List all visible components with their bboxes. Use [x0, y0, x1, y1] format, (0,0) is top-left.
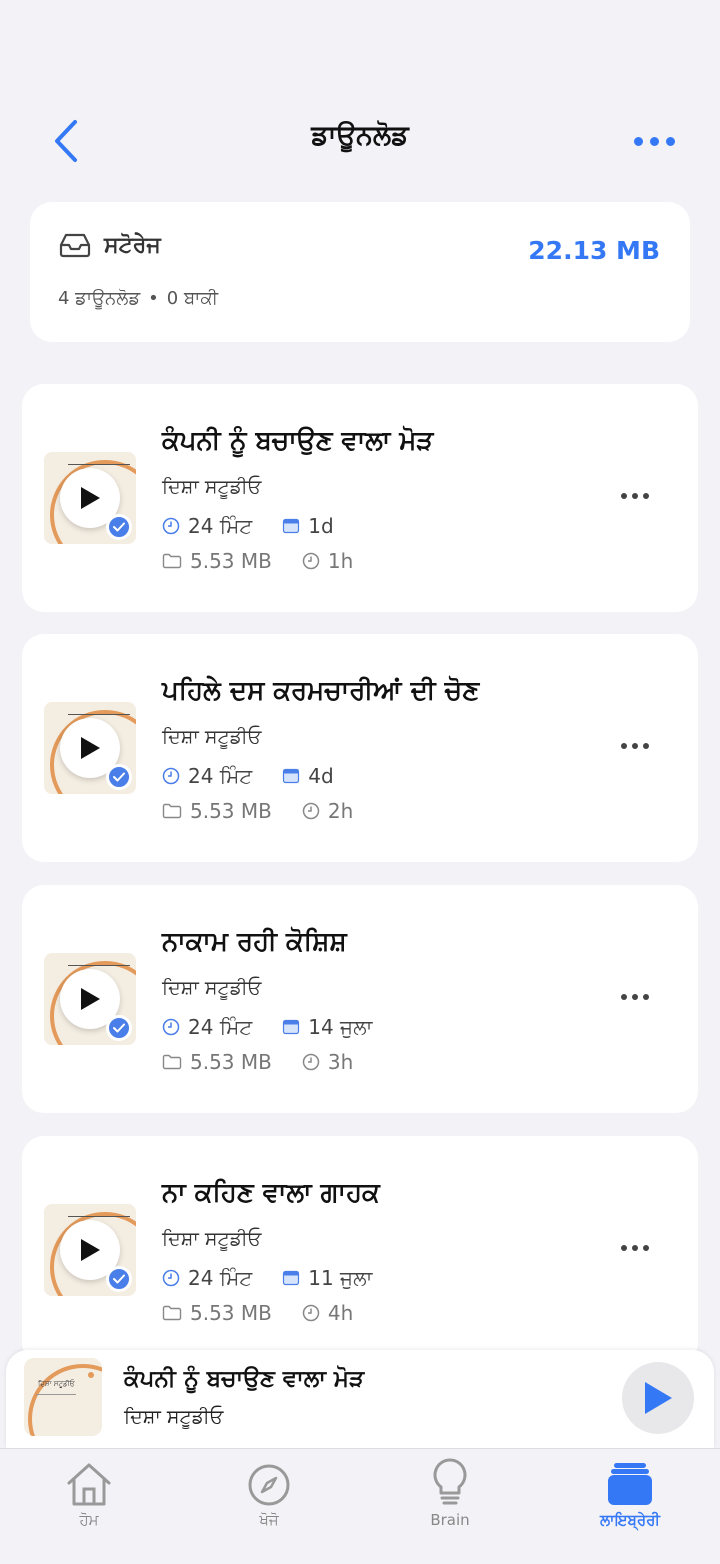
play-icon: [81, 487, 100, 509]
episode-date: 11 ਜੁਲਾ: [308, 1266, 373, 1290]
downloaded-check-icon: [106, 514, 132, 540]
download-time: 2h: [327, 799, 354, 823]
episode-title: ਨਾ ਕਹਿਣ ਵਾਲਾ ਗਾਹਕ: [162, 1178, 380, 1208]
episode-date: 4d: [308, 764, 334, 788]
episode-file-size: 5.53 MB: [190, 1050, 272, 1074]
episode-card[interactable]: ਨਾ ਕਹਿਣ ਵਾਲਾ ਗਾਹਕ ਦਿਸ਼ਾ ਸਟੂਡੀਓ 24 ਮਿੰਟ 1…: [22, 1136, 698, 1364]
episode-duration: 24 ਮਿੰਟ: [188, 1015, 253, 1039]
episode-card[interactable]: ਕੰਪਨੀ ਨੂੰ ਬਚਾਉਣ ਵਾਲਾ ਮੋੜ ਦਿਸ਼ਾ ਸਟੂਡੀਓ 24…: [22, 384, 698, 612]
episode-more-button[interactable]: [620, 736, 650, 756]
episode-date: 14 ਜੁਲਾ: [308, 1015, 373, 1039]
clock-icon: [302, 1053, 320, 1071]
storage-card: ਸਟੋਰੇਜ 22.13 MB 4 ਡਾਊਨਲੋਡ • 0 ਬਾਕੀ: [30, 202, 690, 342]
tab-label: ਖੋਜੋ: [259, 1511, 279, 1529]
play-icon: [81, 737, 100, 759]
episode-author: ਦਿਸ਼ਾ ਸਟੂਡੀਓ: [162, 977, 262, 999]
episode-file-size: 5.53 MB: [190, 799, 272, 823]
calendar-icon: [283, 1270, 300, 1286]
calendar-icon: [283, 768, 300, 784]
play-icon: [81, 1239, 100, 1261]
episode-title: ਨਾਕਾਮ ਰਹੀ ਕੋਸ਼ਿਸ਼: [162, 927, 347, 957]
clock-icon: [162, 517, 180, 535]
folder-icon: [162, 803, 182, 819]
episode-card[interactable]: ਨਾਕਾਮ ਰਹੀ ਕੋਸ਼ਿਸ਼ ਦਿਸ਼ਾ ਸਟੂਡੀਓ 24 ਮਿੰਟ 1…: [22, 885, 698, 1113]
tab-bar: ਹੋਮ ਖੋਜੋ Brain ਲਾਇਬ੍ਰੇਰੀ: [0, 1448, 720, 1564]
play-icon: [645, 1382, 672, 1414]
library-icon: [608, 1463, 652, 1505]
download-count: 4 ਡਾਊਨਲੋਡ: [58, 288, 141, 309]
separator: •: [148, 288, 159, 309]
tab-label: Brain: [430, 1511, 470, 1529]
mini-player[interactable]: ਦਿਸ਼ਾ ਸਟੂਡੀਓ ਕੰਪਨੀ ਨੂੰ ਬਚਾਉਣ ਵਾਲਾ ਮੋੜ ਦਿ…: [6, 1350, 714, 1448]
episode-title: ਕੰਪਨੀ ਨੂੰ ਬਚਾਉਣ ਵਾਲਾ ਮੋੜ: [162, 426, 434, 456]
download-time: 1h: [327, 549, 354, 573]
navigation-bar: ਡਾਊਨਲੋਡ: [0, 0, 720, 180]
downloaded-check-icon: [106, 764, 132, 790]
compass-icon: [248, 1464, 290, 1506]
episode-date: 1d: [308, 514, 334, 538]
episode-duration: 24 ਮਿੰਟ: [188, 514, 253, 538]
mini-player-author: ਦਿਸ਼ਾ ਸਟੂਡੀਓ: [124, 1406, 224, 1428]
mini-player-play-button[interactable]: [622, 1362, 694, 1434]
mini-player-cover: ਦਿਸ਼ਾ ਸਟੂਡੀਓ: [24, 1358, 102, 1436]
storage-size: 22.13 MB: [528, 236, 660, 265]
mini-player-title: ਕੰਪਨੀ ਨੂੰ ਬਚਾਉਣ ਵਾਲਾ ਮੋੜ: [124, 1366, 365, 1392]
clock-icon: [302, 1304, 320, 1322]
episode-more-button[interactable]: [620, 486, 650, 506]
folder-icon: [162, 1054, 182, 1070]
episode-more-button[interactable]: [620, 1238, 650, 1258]
episode-title: ਪਹਿਲੇ ਦਸ ਕਰਮਚਾਰੀਆਂ ਦੀ ਚੋਣ: [162, 676, 480, 706]
tray-icon: [59, 233, 91, 258]
episode-duration: 24 ਮਿੰਟ: [188, 1266, 253, 1290]
episode-duration: 24 ਮਿੰਟ: [188, 764, 253, 788]
episode-file-size: 5.53 MB: [190, 549, 272, 573]
home-icon: [67, 1463, 111, 1506]
more-options-button[interactable]: [626, 126, 682, 156]
folder-icon: [162, 1305, 182, 1321]
tab-brain[interactable]: Brain: [385, 1449, 515, 1539]
episode-author: ਦਿਸ਼ਾ ਸਟੂਡੀਓ: [162, 1228, 262, 1250]
remaining-count: 0 ਬਾਕੀ: [166, 288, 219, 309]
more-dot-icon: [649, 136, 659, 146]
downloaded-check-icon: [106, 1266, 132, 1292]
downloaded-check-icon: [106, 1015, 132, 1041]
clock-icon: [302, 802, 320, 820]
tab-explore[interactable]: ਖੋਜੋ: [204, 1449, 334, 1539]
cover-text: ਦਿਸ਼ਾ ਸਟੂਡੀਓ: [38, 1380, 75, 1388]
clock-icon: [302, 552, 320, 570]
episode-author: ਦਿਸ਼ਾ ਸਟੂਡੀਓ: [162, 476, 262, 498]
storage-label: ਸਟੋਰੇਜ: [104, 232, 161, 258]
calendar-icon: [283, 518, 300, 534]
episode-more-button[interactable]: [620, 987, 650, 1007]
more-dot-icon: [633, 136, 643, 146]
folder-icon: [162, 553, 182, 569]
play-icon: [81, 988, 100, 1010]
lightbulb-icon: [433, 1458, 467, 1505]
clock-icon: [162, 767, 180, 785]
more-dot-icon: [665, 136, 675, 146]
episode-file-size: 5.53 MB: [190, 1301, 272, 1325]
episode-author: ਦਿਸ਼ਾ ਸਟੂਡੀਓ: [162, 726, 262, 748]
download-time: 4h: [327, 1301, 354, 1325]
tab-home[interactable]: ਹੋਮ: [24, 1449, 154, 1539]
tab-library[interactable]: ਲਾਇਬ੍ਰੇਰੀ: [565, 1449, 695, 1539]
tab-label: ਹੋਮ: [79, 1511, 99, 1529]
episode-card[interactable]: ਪਹਿਲੇ ਦਸ ਕਰਮਚਾਰੀਆਂ ਦੀ ਚੋਣ ਦਿਸ਼ਾ ਸਟੂਡੀਓ 2…: [22, 634, 698, 862]
tab-label: ਲਾਇਬ੍ਰੇਰੀ: [600, 1511, 660, 1529]
page-title: ਡਾਊਨਲੋਡ: [311, 120, 409, 151]
download-time: 3h: [327, 1050, 354, 1074]
calendar-icon: [283, 1019, 300, 1035]
clock-icon: [162, 1269, 180, 1287]
clock-icon: [162, 1018, 180, 1036]
